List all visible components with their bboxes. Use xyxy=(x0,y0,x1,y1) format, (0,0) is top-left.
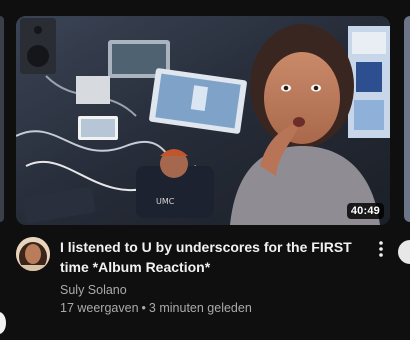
video-grid: UMC 40:49 I listened to U by underscores… xyxy=(0,0,410,340)
video-stats: 17 weergaven • 3 minuten geleden xyxy=(60,299,360,317)
next-video-avatar-edge[interactable] xyxy=(398,240,410,264)
svg-text:UMC: UMC xyxy=(156,197,175,206)
more-actions-button[interactable] xyxy=(372,237,390,261)
avatar-image xyxy=(16,237,50,271)
video-thumbnail[interactable]: UMC 40:49 xyxy=(16,16,390,225)
stats-separator: • xyxy=(141,301,146,315)
channel-name[interactable]: Suly Solano xyxy=(60,281,360,299)
next-video-thumbnail-edge[interactable] xyxy=(404,16,410,222)
video-title[interactable]: I listened to U by underscores for the F… xyxy=(60,237,360,277)
video-details: I listened to U by underscores for the F… xyxy=(60,237,360,317)
channel-avatar[interactable] xyxy=(16,237,50,271)
upload-age: 3 minuten geleden xyxy=(148,301,252,315)
video-card[interactable]: UMC 40:49 I listened to U by underscores… xyxy=(16,16,390,327)
more-vert-icon xyxy=(379,241,383,257)
view-count: 17 weergaven xyxy=(60,301,139,315)
video-meta: I listened to U by underscores for the F… xyxy=(16,237,390,327)
thumbnail-image: UMC xyxy=(16,16,390,225)
previous-video-avatar-edge[interactable] xyxy=(0,312,6,334)
previous-video-thumbnail-edge[interactable] xyxy=(0,16,4,222)
duration-badge: 40:49 xyxy=(346,203,384,219)
